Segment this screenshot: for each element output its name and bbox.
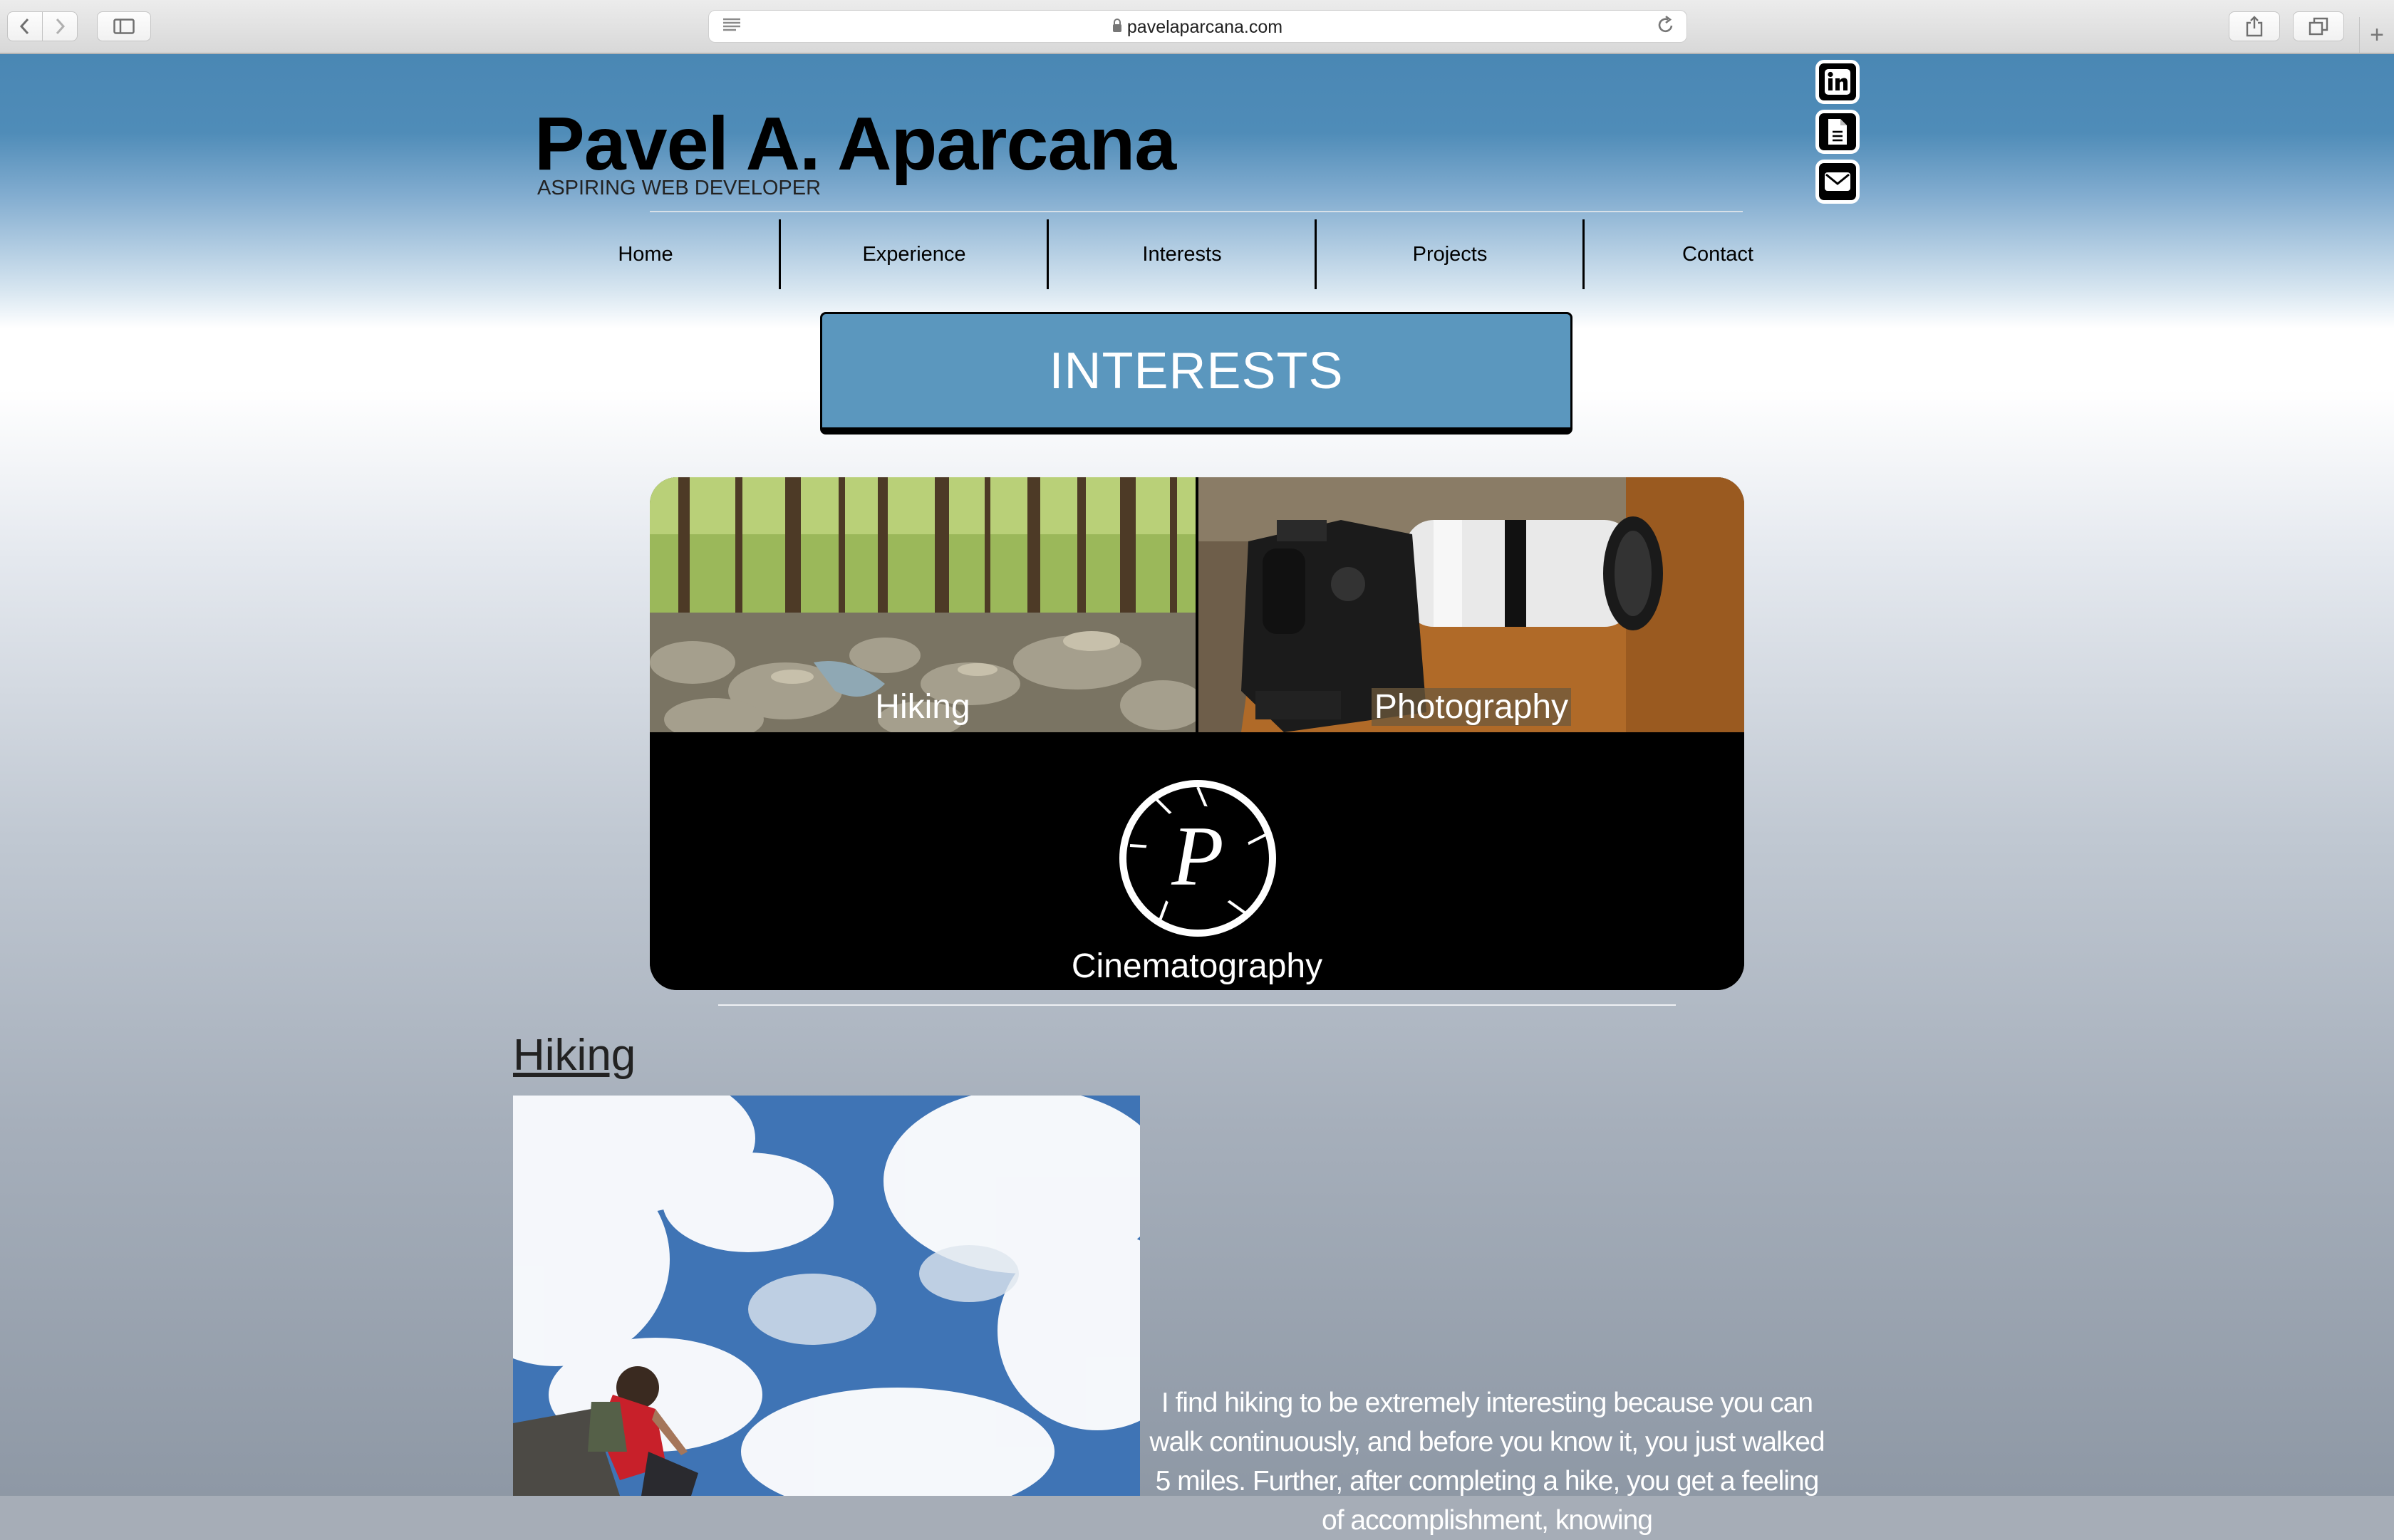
hiking-section-title[interactable]: Hiking bbox=[513, 1030, 636, 1081]
browser-toolbar: pavelaparcana.com + bbox=[0, 0, 2394, 54]
cinematography-logo: P bbox=[1119, 780, 1276, 937]
tabs-icon bbox=[2308, 17, 2328, 36]
nav-contact[interactable]: Contact bbox=[1584, 219, 1852, 289]
tabs-button[interactable] bbox=[2293, 11, 2344, 41]
nav-home[interactable]: Home bbox=[512, 219, 779, 289]
nav-interests[interactable]: Interests bbox=[1048, 219, 1316, 289]
share-icon bbox=[2246, 16, 2263, 37]
forward-button[interactable] bbox=[42, 11, 78, 41]
sidebar-button[interactable] bbox=[97, 11, 151, 41]
hiking-tile[interactable]: Hiking bbox=[650, 477, 1196, 732]
photography-label: Photography bbox=[1198, 687, 1744, 727]
site-subtitle: ASPIRING WEB DEVELOPER bbox=[537, 177, 822, 199]
email-link[interactable] bbox=[1815, 160, 1860, 204]
header-divider bbox=[650, 211, 1743, 212]
document-icon bbox=[1828, 119, 1847, 145]
interests-grid: Hiking Photography P Cinematography bbox=[650, 477, 1744, 990]
hiking-label: Hiking bbox=[875, 688, 970, 726]
envelope-icon bbox=[1825, 172, 1850, 191]
sidebar-icon bbox=[113, 19, 135, 34]
nav-projects[interactable]: Projects bbox=[1316, 219, 1584, 289]
share-button[interactable] bbox=[2229, 11, 2280, 41]
cinematography-tile[interactable]: P Cinematography bbox=[650, 737, 1744, 990]
site-title: Pavel A. Aparcana bbox=[534, 102, 1176, 186]
chevron-right-icon bbox=[56, 18, 66, 35]
reload-icon[interactable] bbox=[1657, 15, 1675, 40]
new-tab-button[interactable]: + bbox=[2359, 17, 2394, 53]
cinematography-label: Cinematography bbox=[1071, 947, 1323, 985]
hiking-description: I find hiking to be extremely interestin… bbox=[1149, 1388, 1825, 1536]
photography-tile[interactable]: Photography bbox=[1198, 477, 1744, 732]
url-text: pavelaparcana.com bbox=[709, 17, 1686, 38]
back-button[interactable] bbox=[7, 11, 43, 41]
chevron-left-icon bbox=[19, 18, 29, 35]
resume-link[interactable] bbox=[1815, 110, 1860, 154]
nav-experience[interactable]: Experience bbox=[780, 219, 1048, 289]
linkedin-icon bbox=[1825, 69, 1850, 95]
interests-heading: INTERESTS bbox=[1049, 342, 1344, 400]
main-nav: Home Experience Interests Projects Conta… bbox=[512, 219, 1851, 289]
linkedin-link[interactable] bbox=[1815, 60, 1860, 104]
section-divider bbox=[718, 1004, 1676, 1006]
sky-hiker-image bbox=[513, 1096, 1140, 1496]
svg-text:P: P bbox=[1171, 808, 1223, 903]
interests-banner: INTERESTS bbox=[820, 312, 1572, 435]
plus-icon: + bbox=[2370, 21, 2384, 48]
address-bar[interactable]: pavelaparcana.com bbox=[708, 10, 1687, 43]
lock-icon bbox=[1112, 19, 1121, 32]
hiking-photo bbox=[513, 1096, 1140, 1496]
page: Pavel A. Aparcana ASPIRING WEB DEVELOPER… bbox=[0, 54, 2394, 1536]
